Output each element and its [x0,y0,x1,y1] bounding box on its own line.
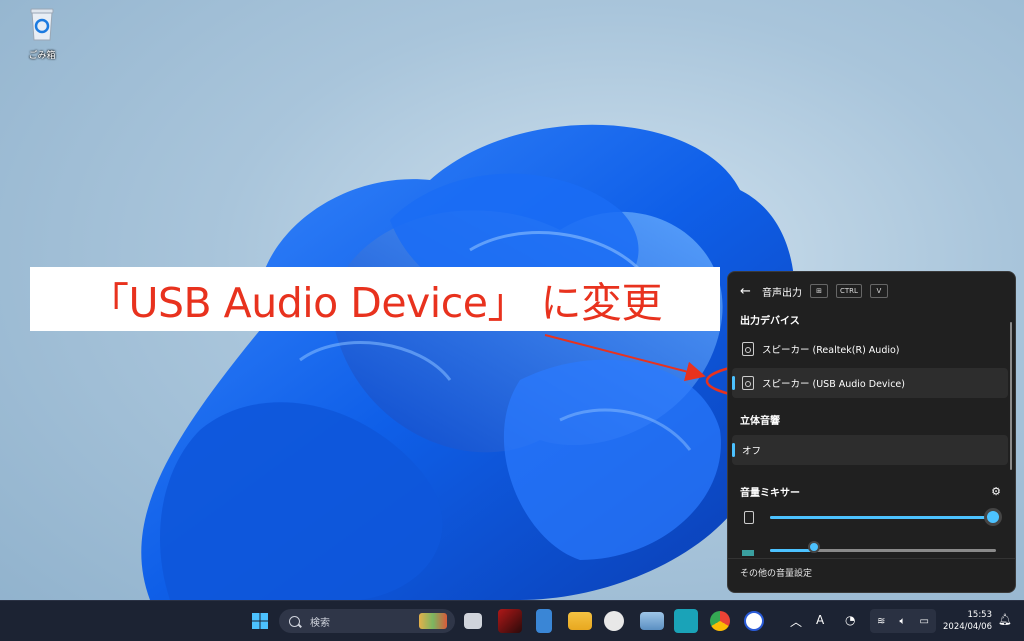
ctrl-key: CTRL [836,284,862,298]
search-icon [289,615,300,627]
chrome-icon[interactable] [710,611,730,631]
divider [728,558,1015,559]
selected-indicator [732,443,735,457]
battery-icon: ▭ [919,615,929,627]
flyout-title: 音声出力 [762,287,802,299]
wifi-icon: ≋ [877,615,886,627]
clock-app-icon[interactable] [604,611,624,631]
chevron-up-icon[interactable]: ︿ [790,613,802,630]
amazon-music-icon[interactable] [674,609,698,633]
gear-icon[interactable]: ⚙ [991,485,1001,498]
recycle-bin-icon [30,8,54,41]
recycle-bin-label: ごみ箱 [28,51,56,61]
selected-indicator [732,376,735,390]
windows-key-icon: ⊞ [810,284,828,298]
speaker-icon [742,376,754,390]
notification-bell-icon[interactable]: 🔔︎ [998,613,1012,626]
spatial-option-off[interactable]: オフ [732,435,1008,465]
speaker-icon [742,342,754,356]
app-icon [742,550,754,556]
volume-icon: 🔈︎ [899,615,906,627]
volume-mixer-heading: 音量ミキサー [740,488,800,499]
task-view-icon[interactable] [464,613,482,629]
device-option-usb[interactable]: スピーカー (USB Audio Device) [732,368,1008,398]
taskbar: 検索 ︿ A ◔ ≋ 🔈︎ ▭ 15:53 2024/04/06 🔔︎ [0,600,1024,641]
date: 2024/04/06 [943,622,992,632]
quick-settings-button[interactable]: ≋ 🔈︎ ▭ [870,609,936,633]
file-explorer-icon[interactable] [568,612,592,630]
volume-slider-thumb[interactable] [984,508,1002,526]
back-arrow-icon[interactable]: ← [740,284,754,299]
clock[interactable]: 15:53 2024/04/06 [940,609,992,633]
device-option-realtek[interactable]: スピーカー (Realtek(R) Audio) [732,334,1008,364]
app-red-icon[interactable] [498,609,522,633]
volume-slider-thumb[interactable] [808,541,820,553]
output-devices-heading: 出力デバイス [740,316,800,327]
start-button[interactable] [248,609,272,633]
device-label: スピーカー (USB Audio Device) [762,379,905,390]
v-key: V [869,284,888,298]
scrollbar[interactable] [1010,322,1012,470]
ime-indicator[interactable]: A [816,613,824,627]
search-placeholder: 検索 [310,617,330,629]
sound-output-flyout: ← 音声出力 ⊞ CTRL V 出力デバイス スピーカー (Realtek(R)… [727,271,1016,593]
flyout-header: ← 音声出力 ⊞ CTRL V [740,282,888,300]
app-s-icon[interactable] [744,611,764,631]
volume-fill [770,549,814,552]
sync-icon[interactable]: ◔ [845,613,855,627]
search-highlight-icon [419,613,447,629]
recycle-bin[interactable]: ごみ箱 [20,6,64,61]
annotation-banner: 「USB Audio Device」 に変更 [30,267,720,331]
device-label: スピーカー (Realtek(R) Audio) [762,345,900,356]
volume-fill [770,516,990,519]
windows-logo-icon [252,613,268,629]
spatial-sound-heading: 立体音響 [740,416,780,427]
mixer-row-app [740,540,1002,560]
time: 15:53 [967,610,993,620]
search-box[interactable]: 検索 [279,609,455,633]
notepad-icon[interactable] [536,609,552,633]
more-volume-settings-link[interactable]: その他の音量設定 [740,566,812,579]
mixer-row-speaker [740,507,1002,527]
photos-icon[interactable] [640,612,664,630]
speaker-icon [744,510,754,524]
spatial-label: オフ [742,446,762,457]
